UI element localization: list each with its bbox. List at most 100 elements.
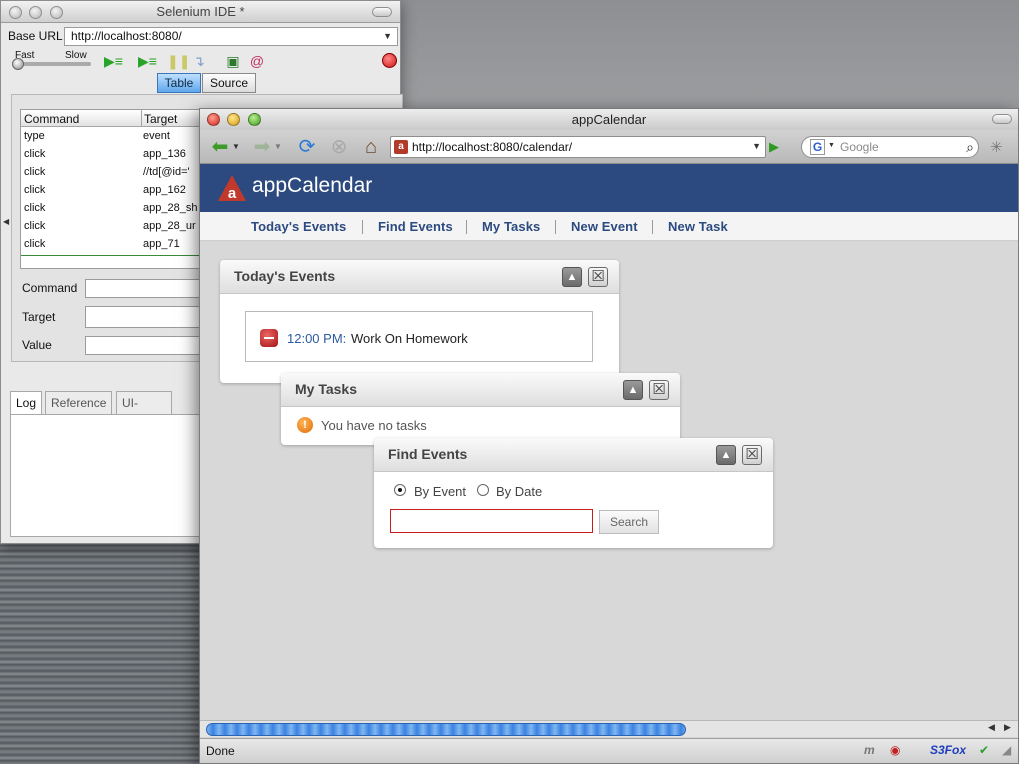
nav-link-new-event[interactable]: New Event <box>571 219 638 234</box>
panel-title: Find Events <box>388 446 468 462</box>
ide-minimize-light[interactable] <box>29 6 42 19</box>
radio-by-event-label[interactable]: By Event <box>414 484 466 499</box>
tab-table[interactable]: Table <box>157 73 201 93</box>
speed-knob[interactable] <box>12 58 24 70</box>
search-bar[interactable]: G ▼ Google ⌕ <box>801 136 979 158</box>
collapse-arrow-icon[interactable]: ◀ <box>3 217 9 226</box>
row-command: click <box>24 166 46 178</box>
scroll-left-arrow-icon[interactable]: ◀ <box>988 722 995 733</box>
empty-tasks-message: You have no tasks <box>321 418 427 433</box>
search-engine-icon[interactable]: G <box>810 139 825 155</box>
event-item[interactable]: 12:00 PM: Work On Homework <box>245 311 593 362</box>
tab-ui-element[interactable]: UI-Element <box>116 391 173 432</box>
app-name: appCalendar <box>252 174 373 197</box>
history-dropdown-icon[interactable]: ▼ <box>752 141 761 151</box>
extension-record-icon[interactable]: ◉ <box>890 743 900 757</box>
play-current-icon[interactable]: ▶≡ <box>138 53 157 69</box>
radio-by-event[interactable] <box>394 484 406 496</box>
close-window-button[interactable] <box>207 113 220 126</box>
record-button[interactable] <box>382 53 397 68</box>
toolbar-toggle-button[interactable] <box>992 114 1012 124</box>
search-placeholder[interactable]: Google <box>840 140 879 154</box>
row-command: click <box>24 220 46 232</box>
step-icon[interactable]: ↴ <box>190 53 208 69</box>
desktop-background <box>0 545 210 764</box>
ide-zoom-light[interactable] <box>50 6 63 19</box>
test-runner-icon[interactable]: ▣ <box>224 53 242 69</box>
nav-link-my-tasks[interactable]: My Tasks <box>482 219 540 234</box>
dropdown-arrow-icon[interactable]: ▼ <box>383 28 392 45</box>
close-icon[interactable]: ☒ <box>588 267 608 287</box>
ide-close-light[interactable] <box>9 6 22 19</box>
ide-titlebar[interactable]: Selenium IDE * <box>1 1 400 23</box>
tab-source[interactable]: Source <box>202 73 256 93</box>
address-bar[interactable]: a http://localhost:8080/calendar/ ▼ <box>390 136 766 158</box>
find-events-input[interactable] <box>390 509 593 533</box>
collapse-arrow-icon[interactable]: ▲ <box>562 267 582 287</box>
tab-log[interactable]: Log <box>10 391 43 415</box>
s3fox-label[interactable]: S3Fox <box>930 743 966 757</box>
warning-icon: ! <box>297 417 313 433</box>
column-target[interactable]: Target <box>144 112 177 126</box>
speed-slider[interactable]: Fast Slow <box>12 50 95 72</box>
delete-event-icon[interactable] <box>260 329 278 347</box>
home-icon[interactable]: ⌂ <box>357 135 385 159</box>
horizontal-scrollbar[interactable]: ◀ ▶ <box>200 720 1018 737</box>
browser-window: appCalendar ⬅ ▼ ➡ ▼ ⟳ ⊗ ⌂ a http://local… <box>199 108 1019 764</box>
app-nav: Today's Events Find Events My Tasks New … <box>200 212 1018 241</box>
row-command: click <box>24 148 46 160</box>
close-icon[interactable]: ☒ <box>742 445 762 465</box>
resize-grip-icon[interactable]: ◢ <box>1002 743 1011 757</box>
scroll-right-arrow-icon[interactable]: ▶ <box>1004 722 1011 733</box>
search-icon[interactable]: ⌕ <box>966 139 974 156</box>
minimize-window-button[interactable] <box>227 113 240 126</box>
todays-events-panel: Today's Events ▲ ☒ 12:00 PM: Work On Hom… <box>220 260 619 383</box>
ide-title: Selenium IDE * <box>156 4 245 19</box>
rollup-icon[interactable]: @ <box>248 53 266 69</box>
nav-link-todays-events[interactable]: Today's Events <box>251 219 346 234</box>
site-favicon-icon: a <box>394 140 408 154</box>
zoom-window-button[interactable] <box>248 113 261 126</box>
event-name[interactable]: Work On Homework <box>351 331 468 346</box>
radio-by-date-label[interactable]: By Date <box>496 484 542 499</box>
extension-m-icon[interactable]: m <box>864 743 875 757</box>
speed-slow-label: Slow <box>65 50 87 61</box>
search-engine-dropdown-icon[interactable]: ▼ <box>828 142 835 149</box>
nav-separator <box>362 220 363 234</box>
ide-toolbar-toggle[interactable] <box>372 7 392 17</box>
row-target: event <box>143 130 170 142</box>
check-icon[interactable]: ✔ <box>979 743 989 757</box>
collapse-arrow-icon[interactable]: ▲ <box>623 380 643 400</box>
forward-history-dropdown-icon[interactable]: ▼ <box>273 135 283 159</box>
reload-icon[interactable]: ⟳ <box>293 135 321 159</box>
tab-reference[interactable]: Reference <box>45 391 113 415</box>
nav-separator <box>652 220 653 234</box>
pause-icon[interactable]: ❚❚ <box>167 53 190 69</box>
stop-icon[interactable]: ⊗ <box>325 135 353 159</box>
close-icon[interactable]: ☒ <box>649 380 669 400</box>
base-url-combobox[interactable]: http://localhost:8080/ ▼ <box>64 27 398 46</box>
base-url-row: Base URL http://localhost:8080/ ▼ <box>1 26 401 48</box>
column-command[interactable]: Command <box>24 112 79 126</box>
play-all-icon[interactable]: ▶≡ <box>104 53 123 69</box>
search-button[interactable]: Search <box>599 510 659 534</box>
address-text[interactable]: http://localhost:8080/calendar/ <box>412 140 572 154</box>
browser-titlebar[interactable]: appCalendar <box>200 109 1018 130</box>
row-command: click <box>24 202 46 214</box>
collapse-arrow-icon[interactable]: ▲ <box>716 445 736 465</box>
scrollbar-thumb[interactable] <box>206 723 686 736</box>
radio-by-date[interactable] <box>477 484 489 496</box>
nav-link-find-events[interactable]: Find Events <box>378 219 453 234</box>
loading-throbber-icon: ✳ <box>990 139 1003 156</box>
back-history-dropdown-icon[interactable]: ▼ <box>231 135 241 159</box>
panel-title: My Tasks <box>295 381 357 397</box>
row-target: //td[@id=' <box>143 166 190 178</box>
value-field-label: Value <box>22 338 52 352</box>
event-time: 12:00 PM: <box>287 331 347 346</box>
browser-toolbar: ⬅ ▼ ➡ ▼ ⟳ ⊗ ⌂ a http://localhost:8080/ca… <box>200 130 1018 164</box>
nav-link-new-task[interactable]: New Task <box>668 219 728 234</box>
go-arrow-icon[interactable]: ▶ <box>769 139 779 155</box>
nav-separator <box>555 220 556 234</box>
browser-title: appCalendar <box>571 112 647 127</box>
speed-track[interactable] <box>15 62 91 66</box>
